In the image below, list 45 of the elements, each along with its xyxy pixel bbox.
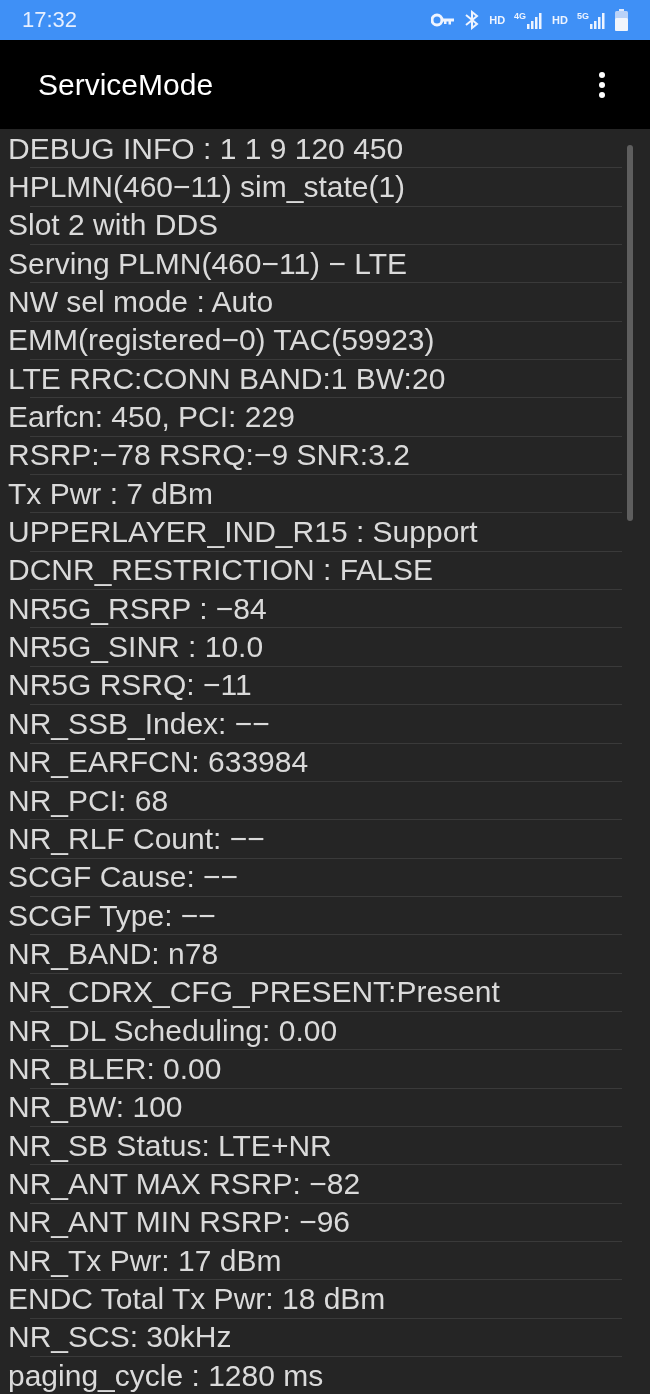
info-text: NR_DL Scheduling: 0.00 bbox=[8, 1015, 338, 1046]
info-text: Serving PLMN(460−11) − LTE bbox=[8, 248, 408, 279]
info-text: Slot 2 with DDS bbox=[8, 210, 219, 241]
info-text: Tx Pwr : 7 dBm bbox=[8, 478, 214, 509]
info-text: NR_CDRX_CFG_PRESENT:Present bbox=[8, 977, 500, 1008]
bluetooth-icon bbox=[464, 10, 481, 30]
app-title: ServiceMode bbox=[38, 69, 214, 100]
info-text: NR_ANT MAX RSRP: −82 bbox=[8, 1168, 361, 1199]
info-text: NR_SCS: 30kHz bbox=[8, 1322, 232, 1353]
info-text: Earfcn: 450, PCI: 229 bbox=[8, 402, 295, 433]
info-text: NR_BLER: 0.00 bbox=[8, 1053, 222, 1084]
info-text: NR5G_RSRP : −84 bbox=[8, 593, 267, 624]
info-text: NR_PCI: 68 bbox=[8, 785, 169, 816]
info-text: NR5G_SINR : 10.0 bbox=[8, 632, 264, 663]
info-text: NR_BAND: n78 bbox=[8, 938, 219, 969]
network-type-label: 4G bbox=[514, 11, 527, 21]
network-type-label: 5G bbox=[577, 11, 589, 21]
info-text: NW sel mode : Auto bbox=[8, 287, 274, 318]
info-text: SCGF Cause: −− bbox=[8, 862, 239, 893]
hd-label: HD bbox=[552, 14, 568, 26]
info-text: EMM(registered−0) TAC(59923) bbox=[8, 325, 435, 356]
info-text: NR_EARFCN: 633984 bbox=[8, 747, 309, 778]
clock-time: 17:32 bbox=[22, 9, 78, 31]
info-text: LTE RRC:CONN BAND:1 BW:20 bbox=[8, 363, 446, 394]
hd-label: HD bbox=[489, 14, 506, 26]
info-text: DEBUG INFO : 1 1 9 120 450 bbox=[8, 133, 404, 164]
key-icon bbox=[431, 13, 456, 27]
signal-bars-icon bbox=[590, 11, 606, 29]
battery-icon bbox=[615, 9, 628, 31]
info-text: NR_BW: 100 bbox=[8, 1092, 183, 1123]
info-text: NR5G RSRQ: −11 bbox=[8, 670, 252, 701]
info-text: NR_Tx Pwr: 17 dBm bbox=[8, 1245, 282, 1276]
signal-bars-icon bbox=[527, 11, 544, 29]
info-text: NR_SB Status: LTE+NR bbox=[8, 1130, 332, 1161]
info-text: UPPERLAYER_IND_R15 : Support bbox=[8, 517, 478, 548]
info-text: DCNR_RESTRICTION : FALSE bbox=[8, 555, 434, 586]
info-text: RSRP:−78 RSRQ:−9 SNR:3.2 bbox=[8, 440, 410, 471]
info-text: SCGF Type: −− bbox=[8, 900, 216, 931]
more-vertical-icon bbox=[599, 71, 605, 98]
info-text: ENDC Total Tx Pwr: 18 dBm bbox=[8, 1284, 386, 1314]
info-text: NR_RLF Count: −− bbox=[8, 823, 265, 854]
info-text: paging_cycle : 1280 ms bbox=[8, 1360, 324, 1391]
info-text: NR_ANT MIN RSRP: −96 bbox=[8, 1207, 351, 1238]
info-text: HPLMN(460−11) sim_state(1) bbox=[8, 172, 406, 202]
info-text: NR_SSB_Index: −− bbox=[8, 708, 270, 739]
